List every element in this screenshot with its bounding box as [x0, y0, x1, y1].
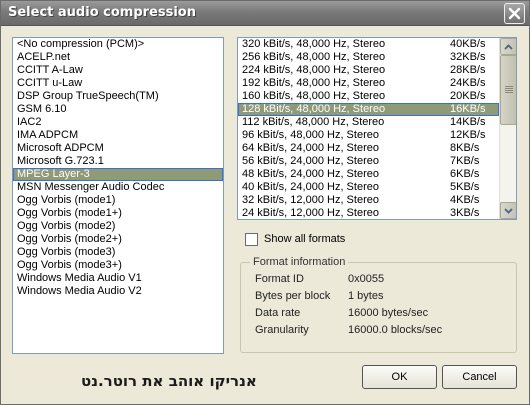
grip-line: [505, 90, 513, 91]
codec-list-item[interactable]: MPEG Layer-3: [13, 168, 223, 181]
codec-list-item[interactable]: CCITT A-Law: [13, 64, 223, 77]
format-bytes-per-sec: 40KB/s: [450, 38, 486, 50]
chevron-up-icon: [504, 43, 513, 50]
audio-compression-dialog: Select audio compression <No compression…: [0, 0, 530, 405]
scroll-thumb[interactable]: [500, 55, 516, 125]
codec-list-item[interactable]: <No compression (PCM)>: [13, 38, 223, 51]
show-all-formats-checkbox[interactable]: [245, 232, 258, 246]
watermark-text: אנריקו אוהב את רוטר.נט: [81, 372, 257, 390]
format-description: 48 kBit/s, 24,000 Hz, Stereo: [242, 168, 379, 180]
format-bytes-per-sec: 32KB/s: [450, 51, 486, 63]
codec-list-item[interactable]: Ogg Vorbis (mode2+): [13, 233, 223, 246]
format-list-item[interactable]: 40 kBit/s, 24,000 Hz, Stereo 5KB/s: [238, 181, 499, 194]
format-information-group: Format information Format ID 0x0055 Byte…: [240, 256, 517, 353]
format-list-item[interactable]: 256 kBit/s, 48,000 Hz, Stereo 32KB/s: [238, 51, 499, 64]
format-description: 128 kBit/s, 48,000 Hz, Stereo: [242, 103, 386, 115]
codec-list-item[interactable]: Windows Media Audio V2: [13, 285, 223, 298]
close-icon: [508, 7, 521, 20]
grip-line: [505, 92, 513, 93]
show-all-formats-row[interactable]: Show all formats: [245, 232, 345, 246]
codec-list-item[interactable]: Microsoft ADPCM: [13, 142, 223, 155]
format-description: 96 kBit/s, 48,000 Hz, Stereo: [242, 129, 379, 141]
format-list-item[interactable]: 160 kBit/s, 48,000 Hz, Stereo 20KB/s: [238, 90, 499, 103]
codec-list-item[interactable]: DSP Group TrueSpeech(TM): [13, 90, 223, 103]
codec-list[interactable]: <No compression (PCM)> ACELP.net CCITT A-L…: [12, 37, 224, 354]
codec-list-item[interactable]: Ogg Vorbis (mode1): [13, 194, 223, 207]
format-bytes-per-sec: 7KB/s: [450, 155, 480, 167]
codec-list-item[interactable]: MSN Messenger Audio Codec: [13, 181, 223, 194]
format-bytes-per-sec: 4KB/s: [450, 194, 480, 206]
format-id-label: Format ID: [255, 273, 304, 285]
bytes-per-block-label: Bytes per block: [255, 290, 331, 302]
format-bytes-per-sec: 6KB/s: [450, 168, 480, 180]
format-bytes-per-sec: 3KB/s: [450, 207, 480, 219]
cancel-button[interactable]: Cancel: [442, 365, 517, 389]
format-bytes-per-sec: 5KB/s: [450, 181, 480, 193]
codec-list-item[interactable]: IAC2: [13, 116, 223, 129]
format-bytes-per-sec: 20KB/s: [450, 90, 486, 102]
codec-list-item[interactable]: IMA ADPCM: [13, 129, 223, 142]
data-rate-value: 16000 bytes/sec: [348, 307, 429, 319]
format-list[interactable]: 320 kBit/s, 48,000 Hz, Stereo 40KB/s 256 k…: [237, 37, 517, 220]
format-description: 320 kBit/s, 48,000 Hz, Stereo: [242, 38, 386, 50]
format-description: 56 kBit/s, 24,000 Hz, Stereo: [242, 155, 379, 167]
format-description: 24 kBit/s, 12,000 Hz, Stereo: [242, 207, 379, 219]
grip-line: [505, 88, 513, 89]
format-description: 256 kBit/s, 48,000 Hz, Stereo: [242, 51, 386, 63]
format-description: 32 kBit/s, 12,000 Hz, Stereo: [242, 194, 379, 206]
format-description: 64 kBit/s, 24,000 Hz, Stereo: [242, 142, 379, 154]
close-button[interactable]: [504, 3, 525, 24]
format-description: 112 kBit/s, 48,000 Hz, Stereo: [242, 116, 385, 128]
format-list-item[interactable]: 56 kBit/s, 24,000 Hz, Stereo 7KB/s: [238, 155, 499, 168]
format-list-item[interactable]: 192 kBit/s, 48,000 Hz, Stereo 24KB/s: [238, 77, 499, 90]
format-rows: 320 kBit/s, 48,000 Hz, Stereo 40KB/s 256 k…: [238, 38, 499, 219]
format-id-value: 0x0055: [348, 273, 385, 285]
format-list-item[interactable]: 320 kBit/s, 48,000 Hz, Stereo 40KB/s: [238, 38, 499, 51]
codec-list-item[interactable]: Ogg Vorbis (mode2): [13, 220, 223, 233]
ok-button[interactable]: OK: [362, 365, 437, 389]
format-bytes-per-sec: 12KB/s: [450, 129, 486, 141]
scroll-up-button[interactable]: [500, 38, 516, 55]
format-list-item[interactable]: 64 kBit/s, 24,000 Hz, Stereo 8KB/s: [238, 142, 499, 155]
format-list-scrollbar[interactable]: [499, 38, 516, 219]
format-description: 224 kBit/s, 48,000 Hz, Stereo: [242, 64, 386, 76]
format-description: 40 kBit/s, 24,000 Hz, Stereo: [242, 181, 379, 193]
scroll-down-button[interactable]: [500, 202, 516, 219]
show-all-formats-label: Show all formats: [264, 233, 346, 245]
granularity-value: 16000.0 blocks/sec: [348, 324, 443, 336]
format-bytes-per-sec: 14KB/s: [450, 116, 486, 128]
format-bytes-per-sec: 8KB/s: [450, 142, 480, 154]
format-description: 160 kBit/s, 48,000 Hz, Stereo: [242, 90, 386, 102]
format-list-item[interactable]: 128 kBit/s, 48,000 Hz, Stereo 16KB/s: [238, 103, 499, 116]
bytes-per-block-value: 1 bytes: [348, 290, 384, 302]
chevron-down-icon: [504, 207, 513, 214]
format-description: 192 kBit/s, 48,000 Hz, Stereo: [242, 77, 386, 89]
format-bytes-per-sec: 24KB/s: [450, 77, 486, 89]
codec-list-item[interactable]: Windows Media Audio V1: [13, 272, 223, 285]
granularity-label: Granularity: [255, 324, 309, 336]
grip-line: [505, 86, 513, 87]
codec-list-item[interactable]: ACELP.net: [13, 51, 223, 64]
format-list-item[interactable]: 32 kBit/s, 12,000 Hz, Stereo 4KB/s: [238, 194, 499, 207]
codec-list-item[interactable]: GSM 6.10: [13, 103, 223, 116]
format-list-item[interactable]: 224 kBit/s, 48,000 Hz, Stereo 28KB/s: [238, 64, 499, 77]
format-list-item[interactable]: 24 kBit/s, 12,000 Hz, Stereo 3KB/s: [238, 207, 499, 219]
format-bytes-per-sec: 16KB/s: [450, 103, 486, 115]
dialog-title: Select audio compression: [8, 5, 196, 20]
codec-list-item[interactable]: CCITT u-Law: [13, 77, 223, 90]
title-bar[interactable]: Select audio compression: [1, 1, 529, 26]
codec-list-item[interactable]: Ogg Vorbis (mode3): [13, 246, 223, 259]
format-list-item[interactable]: 112 kBit/s, 48,000 Hz, Stereo 14KB/s: [238, 116, 499, 129]
format-list-item[interactable]: 96 kBit/s, 48,000 Hz, Stereo 12KB/s: [238, 129, 499, 142]
format-information-title: Format information: [250, 256, 349, 268]
format-bytes-per-sec: 28KB/s: [450, 64, 486, 76]
codec-list-item[interactable]: Microsoft G.723.1: [13, 155, 223, 168]
codec-list-item[interactable]: Ogg Vorbis (mode1+): [13, 207, 223, 220]
codec-list-item[interactable]: Ogg Vorbis (mode3+): [13, 259, 223, 272]
data-rate-label: Data rate: [255, 307, 301, 319]
format-list-item[interactable]: 48 kBit/s, 24,000 Hz, Stereo 6KB/s: [238, 168, 499, 181]
